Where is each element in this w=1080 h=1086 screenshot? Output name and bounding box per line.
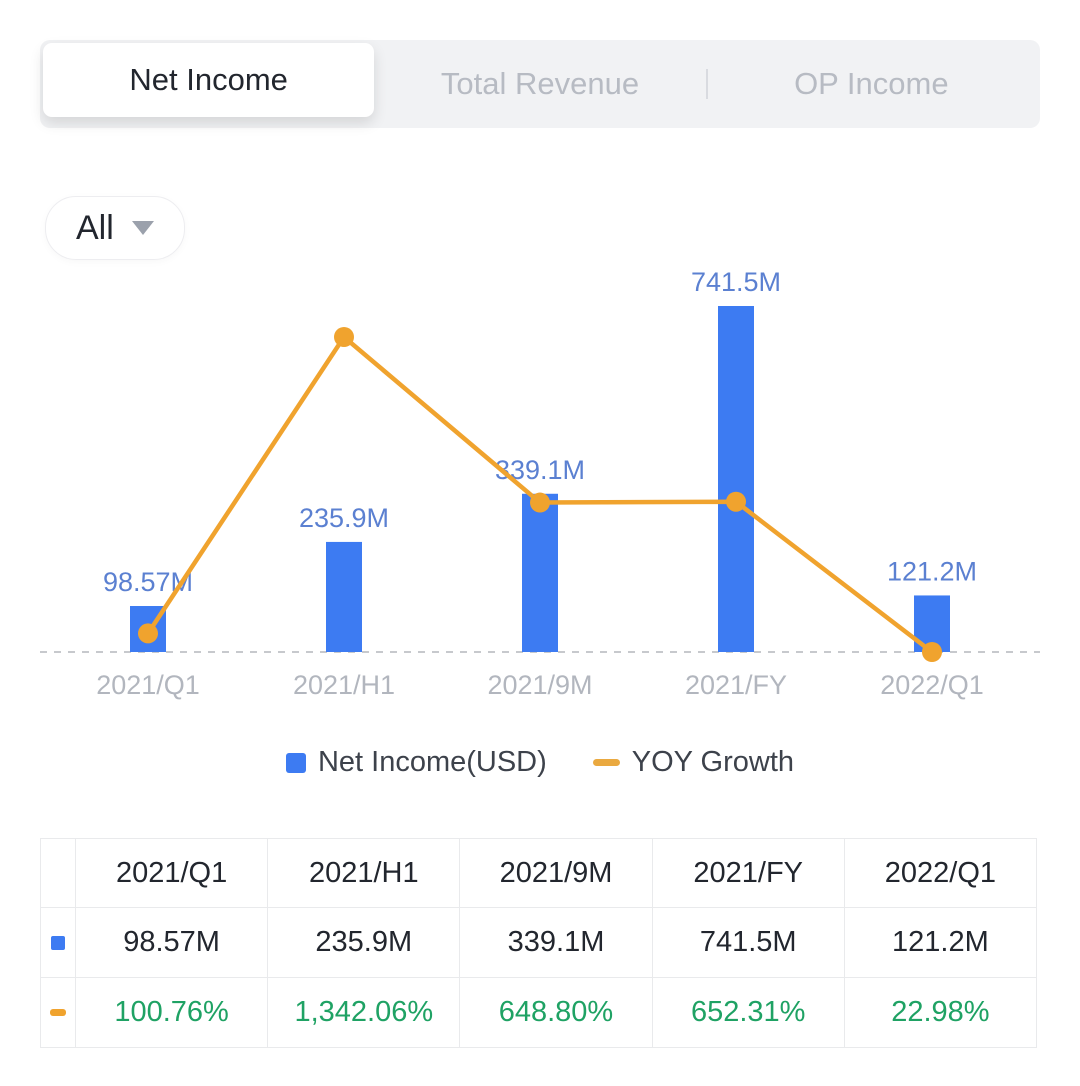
table-header-2021/Q1: 2021/Q1 xyxy=(76,839,269,908)
table-cell: 22.98% xyxy=(844,978,1037,1048)
table-cell: 1,342.06% xyxy=(268,978,461,1048)
bar-value-label: 339.1M xyxy=(495,455,585,485)
legend-item-net-income[interactable]: Net Income(USD) xyxy=(285,746,547,779)
table-cell: 652.31% xyxy=(652,978,845,1048)
earnings-data-table: 2021/Q1 2021/H1 2021/9M 2021/FY 2022/Q1 98.57… xyxy=(40,838,1037,1048)
metric-tabbar: Net Income Total Revenue OP Income xyxy=(40,40,1040,128)
bar-2021/9M[interactable] xyxy=(522,493,558,652)
line-marker-2022/Q1[interactable] xyxy=(922,642,942,662)
table-cell: 121.2M xyxy=(844,908,1037,978)
tab-divider xyxy=(705,69,708,99)
x-axis-label: 2021/FY xyxy=(685,670,787,700)
x-axis-label: 2022/Q1 xyxy=(880,670,984,700)
line-marker-2021/FY[interactable] xyxy=(726,491,746,512)
tab-total-revenue[interactable]: Total Revenue xyxy=(374,43,705,125)
bar-series-swatch-icon xyxy=(285,752,306,773)
legend-item-yoy-growth[interactable]: YOY Growth xyxy=(592,746,795,779)
tab-op-income-label: OP Income xyxy=(794,66,949,101)
table-cell: 235.9M xyxy=(268,908,461,978)
x-axis-label: 2021/H1 xyxy=(293,670,395,700)
tab-net-income[interactable]: Net Income xyxy=(43,43,375,117)
chevron-down-icon xyxy=(131,221,154,235)
tab-total-revenue-label: Total Revenue xyxy=(440,66,640,101)
table-cell: 648.80% xyxy=(460,978,653,1048)
table-cell: 100.76% xyxy=(76,978,269,1048)
table-header-2021/FY: 2021/FY xyxy=(652,839,845,908)
bar-value-label: 741.5M xyxy=(691,267,781,297)
table-header-2021/H1: 2021/H1 xyxy=(268,839,461,908)
x-axis-label: 2021/Q1 xyxy=(96,670,200,700)
earnings-chart: 98.57M 235.9M 339.1M 741.5M 121.2M 2021/Q1 202… xyxy=(40,250,1040,710)
line-marker-2021/H1[interactable] xyxy=(334,327,354,347)
line-series-swatch-icon xyxy=(592,759,620,766)
x-axis-label: 2021/9M xyxy=(487,670,592,700)
bar-value-label: 235.9M xyxy=(299,503,389,533)
chart-svg: 98.57M235.9M339.1M741.5M121.2M2021/Q1 202… xyxy=(40,267,1040,700)
bar-2021/FY[interactable] xyxy=(718,306,754,652)
chart-legend: Net Income(USD) YOY Growth xyxy=(0,746,1080,779)
table-row-marker-cell xyxy=(41,978,76,1048)
line-marker-2021/Q1[interactable] xyxy=(138,623,158,644)
bar-value-label: 121.2M xyxy=(887,556,977,586)
table-cell: 741.5M xyxy=(652,908,845,978)
table-corner-cell xyxy=(41,839,76,908)
table-cell: 339.1M xyxy=(460,908,653,978)
line-marker-2021/9M[interactable] xyxy=(530,492,550,513)
table-row-marker-cell xyxy=(41,908,76,978)
page-root: Net Income Total Revenue OP Income All 9… xyxy=(0,0,1080,1086)
bar-2021/H1[interactable] xyxy=(326,541,362,652)
tab-net-income-label: Net Income xyxy=(129,62,288,97)
legend-yoy-growth-label: YOY Growth xyxy=(631,746,795,778)
table-cell: 98.57M xyxy=(76,908,269,978)
table-header-2021/9M: 2021/9M xyxy=(460,839,653,908)
net-income-series-marker-icon xyxy=(51,935,65,950)
legend-net-income-label: Net Income(USD) xyxy=(317,746,547,778)
period-filter-value: All xyxy=(76,208,114,247)
table-header-2022/Q1: 2022/Q1 xyxy=(844,839,1037,908)
yoy-growth-series-marker-icon xyxy=(50,1009,66,1016)
tab-op-income[interactable]: OP Income xyxy=(705,43,1037,125)
